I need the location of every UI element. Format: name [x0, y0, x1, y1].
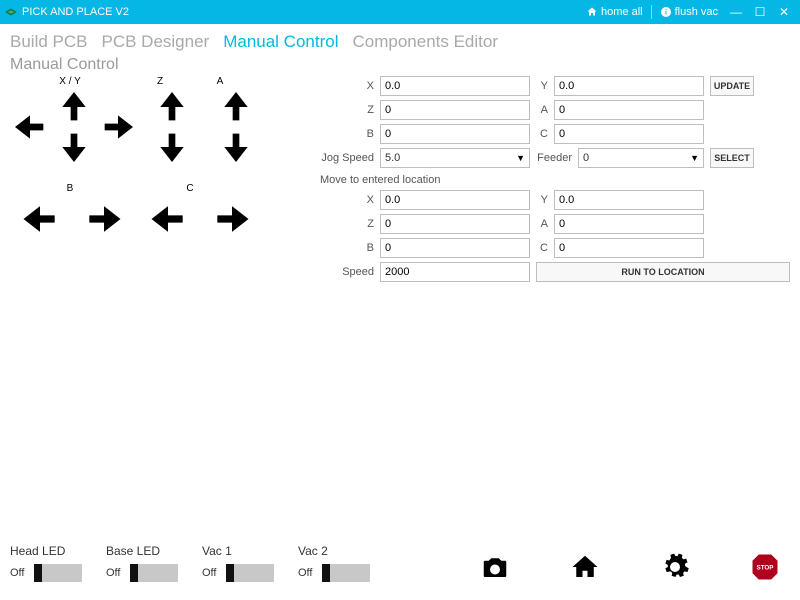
label-move-x: X — [320, 194, 374, 206]
page-title: Manual Control — [0, 56, 800, 76]
arrow-b-plus[interactable] — [82, 197, 126, 241]
tab-manual-control[interactable]: Manual Control — [223, 32, 338, 52]
arrow-c-minus[interactable] — [146, 197, 190, 241]
app-icon — [4, 5, 18, 19]
label-x: X — [320, 80, 374, 92]
toggle-switch-vac2[interactable] — [322, 564, 370, 582]
input-move-b[interactable] — [380, 238, 530, 258]
toggle-state: Off — [10, 567, 30, 579]
toggle-state: Off — [202, 567, 222, 579]
close-button[interactable]: ✕ — [772, 5, 796, 19]
input-move-x[interactable] — [380, 190, 530, 210]
label-c: C — [130, 183, 250, 194]
label-move-b: B — [320, 242, 374, 254]
input-move-speed[interactable] — [380, 262, 530, 282]
label-xy: X / Y — [10, 76, 130, 87]
input-a[interactable] — [554, 100, 704, 120]
arrow-z-minus[interactable] — [152, 127, 192, 167]
label-move-a: A — [536, 218, 548, 230]
label-move-z: Z — [320, 218, 374, 230]
label-b: B — [320, 128, 374, 140]
info-icon — [660, 6, 672, 18]
camera-icon[interactable] — [480, 552, 510, 582]
input-y[interactable] — [554, 76, 704, 96]
gear-icon[interactable] — [660, 552, 690, 582]
tab-bar: Build PCB PCB Designer Manual Control Co… — [0, 24, 800, 56]
label-move-y: Y — [536, 194, 548, 206]
toggle-label: Head LED — [10, 544, 82, 558]
label-b: B — [10, 183, 130, 194]
jog-arrows-panel: X / Y Z A — [10, 76, 310, 286]
titlebar: PICK AND PLACE V2 home all flush vac — ☐… — [0, 0, 800, 24]
toggle-vac1: Vac 1 Off — [202, 544, 274, 582]
label-y: Y — [536, 80, 548, 92]
chevron-down-icon: ▼ — [690, 153, 699, 163]
move-section-title: Move to entered location — [320, 174, 790, 186]
arrow-a-minus[interactable] — [216, 127, 256, 167]
home-all-label: home all — [601, 6, 643, 18]
tab-components-editor[interactable]: Components Editor — [352, 32, 498, 52]
home-icon[interactable] — [570, 552, 600, 582]
label-a: A — [190, 76, 250, 87]
input-move-y[interactable] — [554, 190, 704, 210]
toggle-head-led: Head LED Off — [10, 544, 82, 582]
toggle-switch-head-led[interactable] — [34, 564, 82, 582]
footer: Head LED Off Base LED Off Vac 1 Off Vac … — [10, 544, 790, 582]
label-a: A — [536, 104, 548, 116]
flush-vac-button[interactable]: flush vac — [654, 6, 724, 18]
maximize-button[interactable]: ☐ — [748, 5, 772, 19]
tab-pcb-designer[interactable]: PCB Designer — [101, 32, 209, 52]
arrow-c-plus[interactable] — [210, 197, 254, 241]
svg-text:STOP: STOP — [757, 565, 774, 572]
form-panel: X Y UPDATE Z A B C Jog Speed 5.0 ▼ Feeder… — [320, 76, 790, 286]
toggle-switch-vac1[interactable] — [226, 564, 274, 582]
jog-speed-value: 5.0 — [385, 152, 400, 164]
arrow-z-plus[interactable] — [152, 87, 192, 127]
home-all-button[interactable]: home all — [580, 6, 649, 18]
arrow-x-minus[interactable] — [10, 107, 50, 147]
label-move-speed: Speed — [320, 266, 374, 278]
toggle-label: Vac 2 — [298, 544, 370, 558]
label-move-c: C — [536, 242, 548, 254]
toggle-label: Vac 1 — [202, 544, 274, 558]
minimize-button[interactable]: — — [724, 5, 748, 19]
toggle-vac2: Vac 2 Off — [298, 544, 370, 582]
input-move-z[interactable] — [380, 214, 530, 234]
arrow-y-minus[interactable] — [54, 127, 94, 167]
input-move-c[interactable] — [554, 238, 704, 258]
stop-icon[interactable]: STOP — [750, 552, 780, 582]
combo-jog-speed[interactable]: 5.0 ▼ — [380, 148, 530, 168]
input-z[interactable] — [380, 100, 530, 120]
label-feeder: Feeder — [536, 152, 572, 164]
update-button[interactable]: UPDATE — [710, 76, 754, 96]
arrow-a-plus[interactable] — [216, 87, 256, 127]
combo-feeder[interactable]: 0▼ — [578, 148, 704, 168]
toggle-label: Base LED — [106, 544, 178, 558]
arrow-y-plus[interactable] — [54, 87, 94, 127]
home-icon — [586, 6, 598, 18]
arrow-b-minus[interactable] — [18, 197, 62, 241]
flush-vac-label: flush vac — [675, 6, 718, 18]
toggle-group: Head LED Off Base LED Off Vac 1 Off Vac … — [10, 544, 370, 582]
toggle-state: Off — [298, 567, 318, 579]
input-c[interactable] — [554, 124, 704, 144]
input-b[interactable] — [380, 124, 530, 144]
toggle-base-led: Base LED Off — [106, 544, 178, 582]
toggle-switch-base-led[interactable] — [130, 564, 178, 582]
label-z: Z — [320, 104, 374, 116]
toggle-state: Off — [106, 567, 126, 579]
arrow-x-plus[interactable] — [98, 107, 138, 147]
tab-build-pcb[interactable]: Build PCB — [10, 32, 87, 52]
window-title: PICK AND PLACE V2 — [22, 6, 129, 18]
input-x[interactable] — [380, 76, 530, 96]
input-move-a[interactable] — [554, 214, 704, 234]
label-jog-speed: Jog Speed — [320, 152, 374, 164]
footer-icons: STOP — [480, 552, 790, 582]
chevron-down-icon: ▼ — [516, 153, 525, 163]
run-to-location-button[interactable]: RUN TO LOCATION — [536, 262, 790, 282]
feeder-value: 0 — [583, 152, 589, 164]
select-button[interactable]: SELECT — [710, 148, 754, 168]
label-z: Z — [130, 76, 190, 87]
label-c: C — [536, 128, 548, 140]
